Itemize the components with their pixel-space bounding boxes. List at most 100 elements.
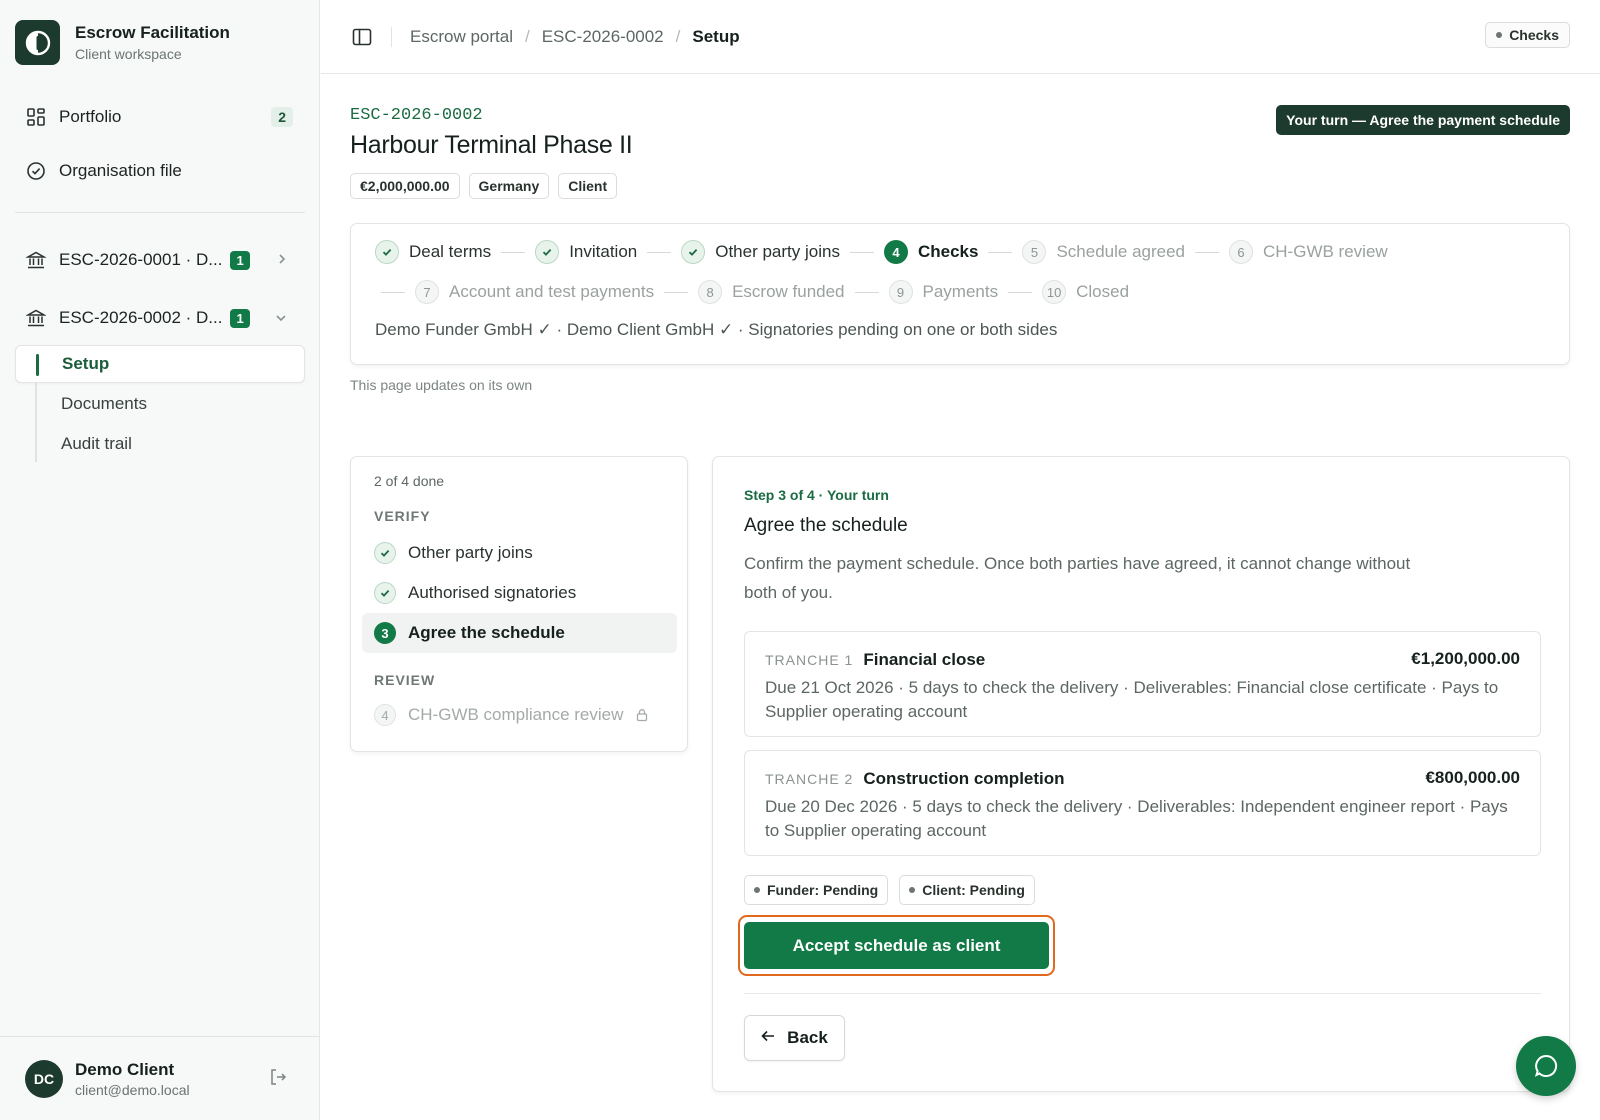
step-schedule-agreed: 5 Schedule agreed xyxy=(1022,240,1185,264)
breadcrumb-current: Setup xyxy=(692,26,740,46)
status-badge-label: Checks xyxy=(1509,27,1559,43)
status-dot-icon xyxy=(1496,32,1503,38)
tranche-label: TRANCHE 1 xyxy=(765,652,854,668)
step-number: 3 xyxy=(374,622,396,644)
step-title: Agree the schedule xyxy=(744,515,908,536)
step-label: Invitation xyxy=(569,242,638,261)
step-label: Closed xyxy=(1076,282,1130,301)
checklist-item-signatories[interactable]: Authorised signatories xyxy=(362,573,677,613)
sidebar-divider xyxy=(15,212,305,213)
accept-schedule-button[interactable]: Accept schedule as client xyxy=(744,922,1049,969)
sidebar: Escrow Facilitation Client workspace Por… xyxy=(0,0,320,1120)
check-icon xyxy=(374,582,396,604)
auto-update-note: This page updates on its own xyxy=(350,377,533,393)
user-email: client@demo.local xyxy=(75,1081,190,1098)
nav-organisation-file[interactable]: Organisation file xyxy=(15,151,305,191)
breadcrumb-case[interactable]: ESC-2026-0002 xyxy=(542,27,664,47)
arrow-left-icon xyxy=(761,1029,775,1047)
back-button-label: Back xyxy=(787,1028,828,1047)
checklist-item-label: Authorised signatories xyxy=(408,583,577,602)
tag-role: Client xyxy=(558,173,618,199)
chevron-down-icon[interactable] xyxy=(275,310,287,326)
check-icon xyxy=(535,240,560,264)
step-number: 9 xyxy=(888,280,913,304)
grid-icon xyxy=(25,106,47,128)
check-icon xyxy=(375,240,399,264)
breadcrumb-portal[interactable]: Escrow portal xyxy=(410,27,513,47)
subnav-documents[interactable]: Documents xyxy=(15,385,305,423)
checklist-item-agree-schedule[interactable]: 3 Agree the schedule xyxy=(362,613,677,653)
page-title: Harbour Terminal Phase II xyxy=(350,131,633,159)
bank-icon xyxy=(25,249,47,271)
nav-portfolio-label: Portfolio xyxy=(59,107,122,126)
user-panel: DC Demo Client client@demo.local xyxy=(0,1036,320,1120)
client-status-label: Client: Pending xyxy=(922,882,1025,898)
checklist-item-compliance-review: 4 CH-GWB compliance review xyxy=(362,695,677,735)
step-payments: 9 Payments xyxy=(888,280,999,304)
step-label: Other party joins xyxy=(715,242,840,261)
card-divider xyxy=(744,993,1541,994)
subnav-audit-trail[interactable]: Audit trail xyxy=(15,425,305,463)
step-checks: 4 Checks xyxy=(883,240,978,264)
avatar: DC xyxy=(25,1059,63,1098)
section-review: REVIEW xyxy=(374,672,436,688)
portfolio-count-badge: 2 xyxy=(271,107,293,127)
logout-icon[interactable] xyxy=(268,1067,288,1092)
step-label: Deal terms xyxy=(409,242,492,261)
checklist-item-label: Other party joins xyxy=(408,543,533,562)
step-account-test-payments: 7 Account and test payments xyxy=(415,280,654,304)
progress-stepper: Deal terms Invitation Other party joins … xyxy=(350,223,1570,365)
checklist-item-other-party[interactable]: Other party joins xyxy=(362,533,677,573)
chat-button[interactable] xyxy=(1516,1036,1576,1096)
funder-status-label: Funder: Pending xyxy=(767,882,879,898)
check-icon xyxy=(681,240,706,264)
tag-country: Germany xyxy=(468,173,550,199)
tranche-card-1: TRANCHE 1 Financial close €1,200,000.00 … xyxy=(744,631,1541,737)
case-tags: €2,000,000.00 Germany Client xyxy=(350,173,618,199)
step-number: 8 xyxy=(698,280,723,304)
agree-schedule-card: Step 3 of 4 · Your turn Agree the schedu… xyxy=(712,456,1570,1092)
nav-portfolio[interactable]: Portfolio 2 xyxy=(15,97,305,137)
topbar: Escrow portal / ESC-2026-0002 / Setup Ch… xyxy=(321,0,1600,74)
step-ch-gwb-review: 6 CH-GWB review xyxy=(1229,240,1388,264)
status-badge: Checks xyxy=(1485,22,1570,48)
step-number: 10 xyxy=(1042,280,1067,304)
step-label: Escrow funded xyxy=(732,282,845,301)
nav-organisation-label: Organisation file xyxy=(59,161,182,180)
subnav-setup[interactable]: Setup xyxy=(15,345,305,383)
checklist-item-label: CH-GWB compliance review xyxy=(408,705,624,724)
lock-icon xyxy=(635,708,649,722)
nav-case-0001[interactable]: ESC-2026-0001 · D... 1 xyxy=(15,240,305,280)
status-dot-icon xyxy=(909,887,916,893)
case-0002-label: ESC-2026-0002 · D... xyxy=(59,308,223,327)
brand-logo-icon xyxy=(15,20,60,65)
sidebar-toggle-icon[interactable] xyxy=(351,26,373,48)
checklist-item-label: Agree the schedule xyxy=(408,623,565,642)
topbar-divider xyxy=(391,26,392,47)
step-label: Payments xyxy=(922,282,999,301)
chevron-right-icon[interactable] xyxy=(277,252,287,268)
agreement-status-row: Funder: Pending Client: Pending xyxy=(744,875,1035,905)
brand: Escrow Facilitation Client workspace xyxy=(15,20,230,65)
brand-title: Escrow Facilitation xyxy=(75,23,230,42)
funder-status-badge: Funder: Pending xyxy=(744,875,889,905)
case-0002-badge: 1 xyxy=(230,308,250,328)
nav-case-0002[interactable]: ESC-2026-0002 · D... 1 xyxy=(15,298,305,338)
user-name: Demo Client xyxy=(75,1059,175,1079)
brand-subtitle: Client workspace xyxy=(75,46,182,62)
accept-button-focus-ring: Accept schedule as client xyxy=(738,915,1055,976)
back-button[interactable]: Back xyxy=(744,1015,845,1061)
your-turn-badge: Your turn — Agree the payment schedule xyxy=(1276,105,1570,135)
checklist-card: 2 of 4 done VERIFY Other party joins Aut… xyxy=(350,456,688,752)
tranche-card-2: TRANCHE 2 Construction completion €800,0… xyxy=(744,750,1541,856)
case-0001-label: ESC-2026-0001 · D... xyxy=(59,250,223,269)
check-circle-icon xyxy=(25,160,47,182)
step-number: 4 xyxy=(883,240,908,264)
status-dot-icon xyxy=(754,887,760,893)
step-other-party-joins: Other party joins xyxy=(681,240,840,264)
tranche-label: TRANCHE 2 xyxy=(765,771,854,787)
step-number: 6 xyxy=(1229,240,1253,264)
step-number: 5 xyxy=(1022,240,1047,264)
tag-amount: €2,000,000.00 xyxy=(350,173,460,199)
step-eyebrow: Step 3 of 4 · Your turn xyxy=(744,487,889,503)
